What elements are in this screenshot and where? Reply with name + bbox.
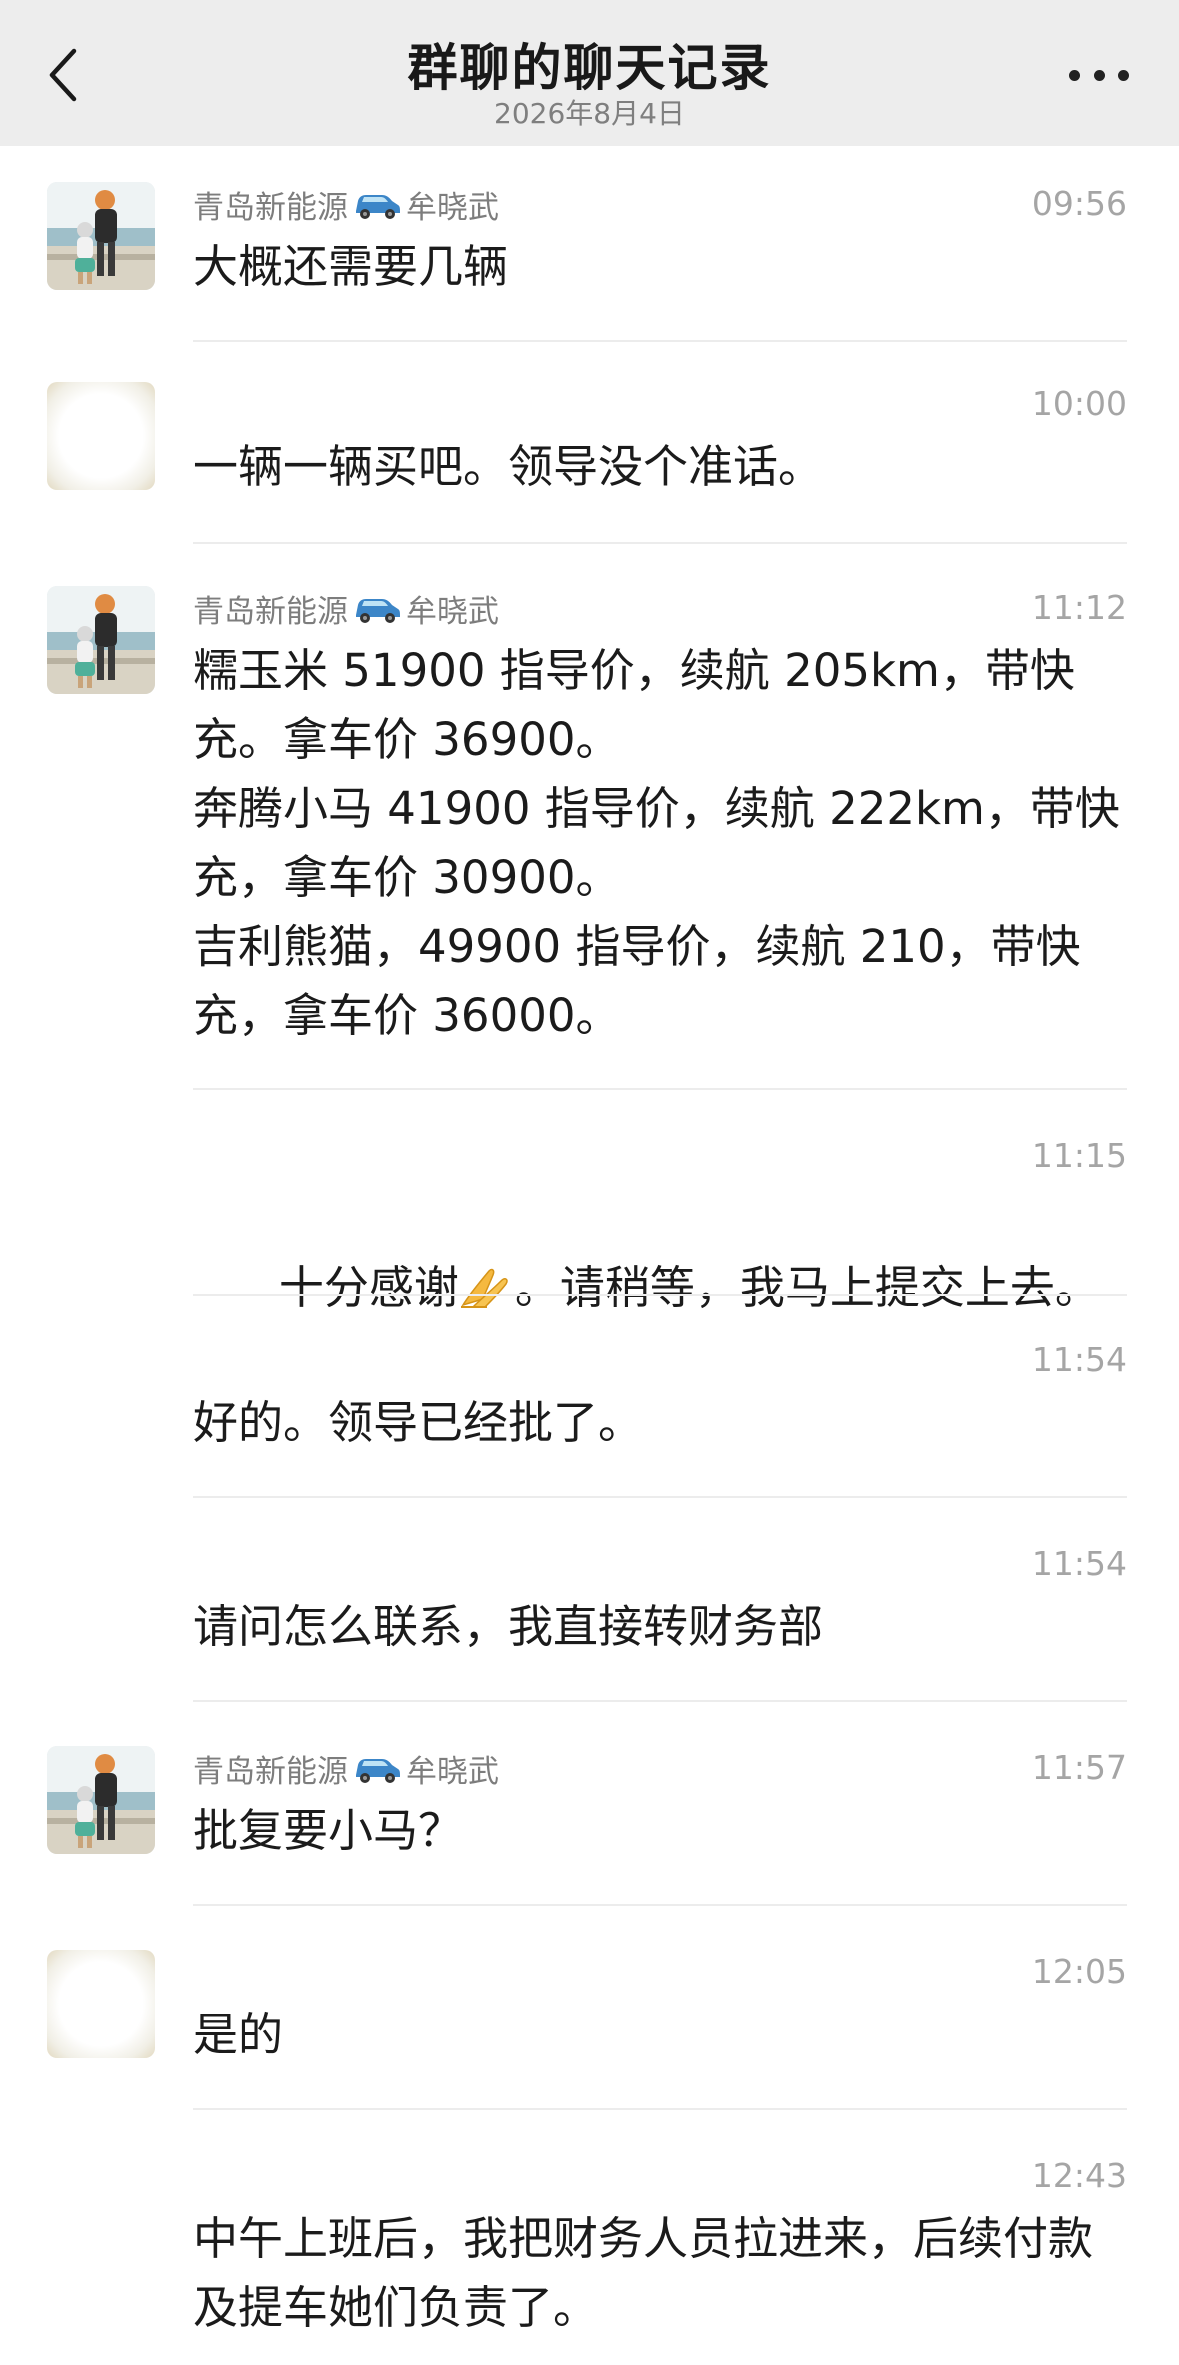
message-time: 11:12 <box>1031 588 1127 627</box>
message-text: 一辆一辆买吧。领导没个准话。 <box>193 440 824 493</box>
avatar[interactable] <box>47 586 155 694</box>
message-text: 好的。领导已经批了。 <box>193 1396 644 1449</box>
sender-name: 青岛新能源 牟晓武 <box>193 1746 499 1790</box>
message-time: 11:54 <box>1031 1340 1127 1379</box>
message-text: 十分感谢 。请稍等，我马上提交上去。 <box>278 1261 1100 1314</box>
message-text: 批复要小马？ <box>193 1804 464 1857</box>
divider <box>193 1294 1127 1296</box>
chat-date: 2026年8月4日 <box>494 97 685 130</box>
chat-header: 群聊的聊天记录 2026年8月4日 <box>0 0 1179 146</box>
divider <box>193 1088 1127 1090</box>
message-text: 糯玉米 51900 指导价，续航 205km，带快充。拿车价 36900。 奔腾… <box>193 644 1120 1042</box>
divider <box>193 340 1127 342</box>
message-time: 12:43 <box>1031 2156 1127 2195</box>
avatar[interactable] <box>47 182 155 290</box>
message-text: 大概还需要几辆 <box>193 240 509 293</box>
more-button[interactable] <box>1069 60 1129 90</box>
sender-name: 青岛新能源 牟晓武 <box>193 182 499 226</box>
message-time: 11:54 <box>1031 1544 1127 1583</box>
message-time: 12:05 <box>1031 1952 1127 1991</box>
avatar[interactable] <box>47 1950 155 2058</box>
avatar-image <box>47 182 155 290</box>
divider <box>193 2108 1127 2110</box>
avatar-image <box>47 586 155 694</box>
message-text: 请问怎么联系，我直接转财务部 <box>193 1600 824 1653</box>
message-time: 11:57 <box>1031 1748 1127 1787</box>
message-text: 是的 <box>193 2008 284 2061</box>
avatar[interactable] <box>47 1746 155 1854</box>
car-icon <box>352 591 402 625</box>
divider <box>193 1904 1127 1906</box>
sender-name: 青岛新能源 牟晓武 <box>193 586 499 630</box>
message-time: 09:56 <box>1031 184 1127 223</box>
praying-hands-icon <box>460 1268 508 1308</box>
car-icon <box>352 187 402 221</box>
car-icon <box>352 1751 402 1785</box>
divider <box>193 542 1127 544</box>
message-time: 11:15 <box>1031 1136 1127 1175</box>
avatar[interactable] <box>47 382 155 490</box>
avatar-image <box>47 1746 155 1854</box>
more-horizontal-icon <box>1069 69 1080 81</box>
divider <box>193 1700 1127 1702</box>
divider <box>193 1496 1127 1498</box>
message-time: 10:00 <box>1031 384 1127 423</box>
page-title: 群聊的聊天记录 <box>407 39 772 97</box>
message-text: 中午上班后，我把财务人员拉进来，后续付款及提车她们负责了。 <box>193 2212 1094 2334</box>
